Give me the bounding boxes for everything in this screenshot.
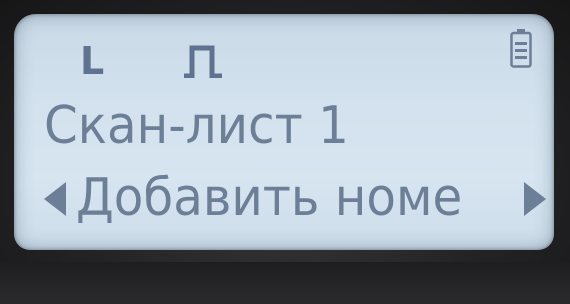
left-arrow-icon[interactable] [44, 182, 66, 216]
menu-option-add-number[interactable]: Добавить номе [76, 172, 462, 224]
lcd-screen: L Скан-лист 1 Добавить номе [14, 14, 554, 250]
right-arrow-icon[interactable] [524, 182, 546, 216]
mode-indicator: L [80, 39, 105, 83]
battery-icon [510, 29, 532, 68]
scan-list-title: Скан-лист 1 [44, 96, 349, 156]
pulse-waveform-icon [184, 45, 222, 78]
device-lower-bezel [0, 262, 570, 304]
